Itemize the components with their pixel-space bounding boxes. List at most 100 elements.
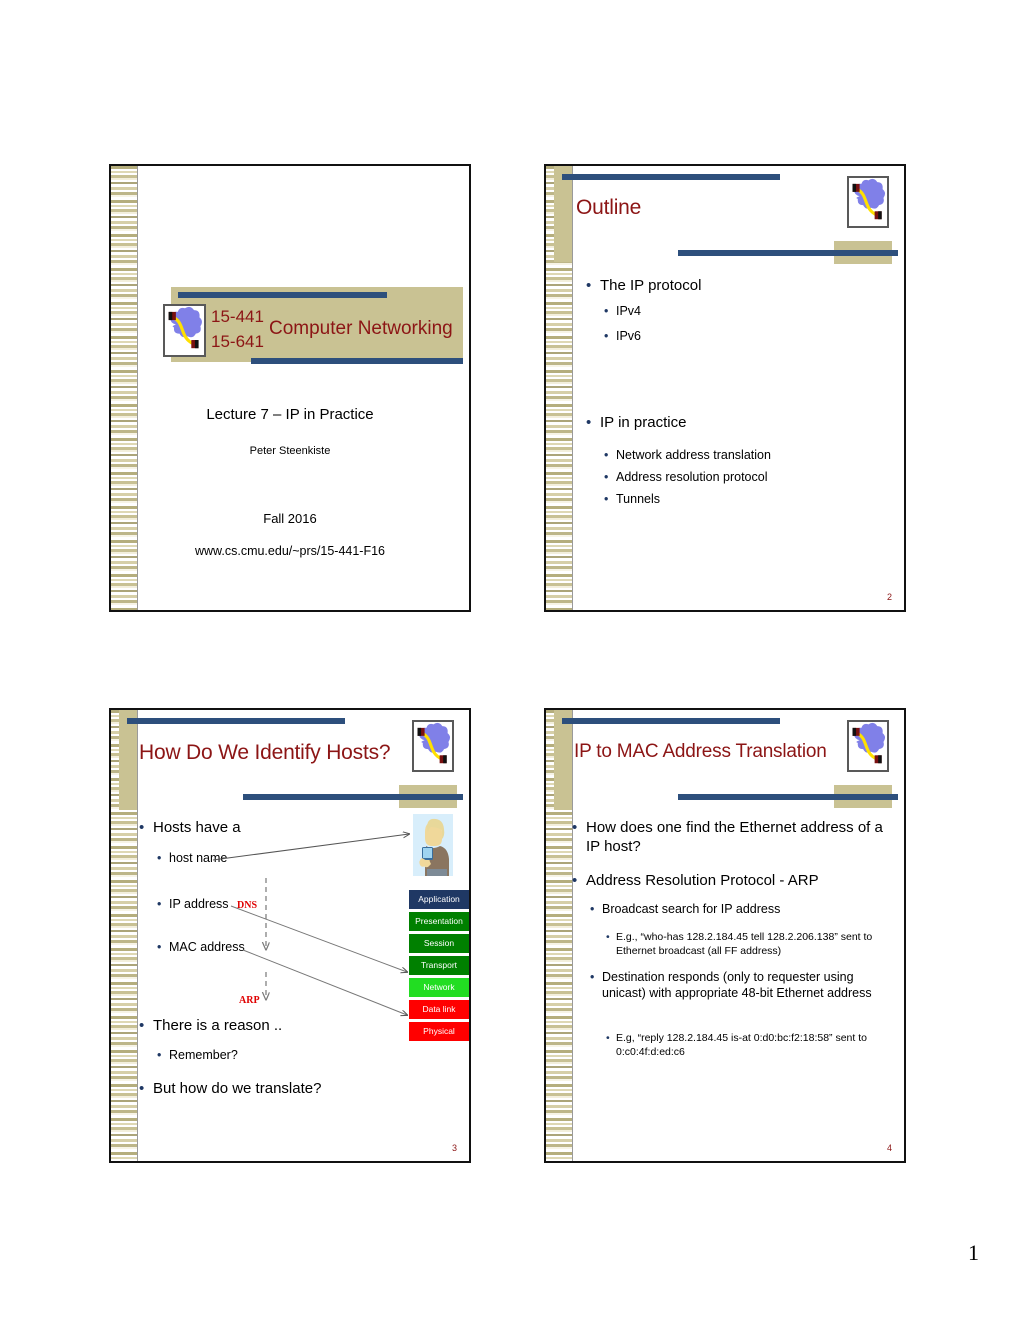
bullet-marker: • (586, 277, 592, 294)
author-name: Peter Steenkiste (249, 445, 331, 457)
course-logo (847, 176, 889, 228)
bullet-item: • IPv4 (604, 303, 641, 319)
bullet-text: IP in practice (600, 414, 687, 431)
bullet-marker: • (590, 970, 595, 984)
course-logo (163, 304, 206, 357)
bullet-item: • Address Resolution Protocol - ARP (572, 871, 894, 890)
bullet-text: E.g, “reply 128.2.184.45 is-at 0:d0:bc:f… (616, 1032, 867, 1058)
bullet-marker: • (604, 329, 609, 343)
bullet-text: The IP protocol (600, 277, 702, 294)
bullet-marker: • (157, 1048, 162, 1062)
header-top-bar (562, 718, 780, 724)
bullet-marker: • (572, 819, 578, 836)
barcode-header-block (119, 710, 137, 810)
bullet-text: There is a reason .. (153, 1017, 283, 1034)
bullet-item: • MAC address (157, 939, 245, 955)
slide-page-number: 4 (886, 1143, 892, 1153)
bullet-marker: • (604, 470, 609, 484)
bullet-marker: • (604, 492, 609, 506)
bullet-text: But how do we translate? (153, 1080, 322, 1097)
bullet-marker: • (606, 931, 610, 943)
decorative-barcode-strip (111, 710, 138, 1161)
person-with-phone-image (413, 814, 453, 876)
osi-layer-application: Application (409, 890, 469, 909)
page-title: IP to MAC Address Translation (574, 741, 827, 762)
bullet-marker: • (157, 940, 162, 954)
bullet-item: • Network address translation (604, 447, 771, 463)
osi-layer-physical: Physical (409, 1022, 469, 1041)
slide-outline: Outline • The IP protocol • IPv4 • IPv6 … (544, 164, 906, 612)
bullet-item: • E.g, “reply 128.2.184.45 is-at 0:d0:bc… (606, 1032, 894, 1059)
bullet-marker: • (157, 851, 162, 865)
osi-layer-presentation: Presentation (409, 912, 469, 931)
slide-ip-to-mac: IP to MAC Address Translation • How does… (544, 708, 906, 1163)
bullet-marker: • (139, 1017, 145, 1034)
course-name: Computer Networking (269, 318, 453, 339)
barcode-header-block (554, 710, 572, 810)
header-lower-bar (678, 794, 898, 800)
bullet-text: Broadcast search for IP address (602, 902, 781, 916)
bullet-text: MAC address (169, 940, 245, 954)
course-logo (847, 720, 889, 772)
bullet-item: • Tunnels (604, 491, 660, 507)
bullet-text: Remember? (169, 1048, 238, 1062)
bullet-item: • IPv6 (604, 328, 641, 344)
lecture-title: Lecture 7 – IP in Practice (206, 406, 374, 423)
header-lower-bar (678, 250, 898, 256)
bullet-item: • Hosts have a (139, 818, 241, 837)
osi-protocol-stack: Application Presentation Session Transpo… (409, 890, 469, 1044)
bullet-item: • host name (157, 850, 227, 866)
title-band-bottom-bar (251, 358, 463, 364)
slide-page-number: 3 (451, 1143, 457, 1153)
course-number-line2: 15-641 (211, 332, 264, 351)
bullet-text: E.g., “who-has 128.2.184.45 tell 128.2.2… (616, 931, 873, 957)
page-title: How Do We Identify Hosts? (139, 741, 391, 764)
bullet-item: • But how do we translate? (139, 1079, 321, 1098)
decorative-barcode-strip (546, 710, 573, 1161)
bullet-text: IPv6 (616, 329, 642, 343)
course-url: www.cs.cmu.edu/~prs/15-441-F16 (194, 544, 385, 558)
bullet-text: host name (169, 851, 228, 865)
document-page-number: 1 (968, 1240, 979, 1265)
arp-label: ARP (239, 995, 260, 1006)
bullet-item: • Destination responds (only to requeste… (590, 969, 892, 1001)
bullet-item: • There is a reason .. (139, 1016, 282, 1035)
bullet-item: • Broadcast search for IP address (590, 901, 890, 917)
bullet-marker: • (139, 1080, 145, 1097)
osi-layer-network: Network (409, 978, 469, 997)
osi-layer-data-link: Data link (409, 1000, 469, 1019)
decorative-barcode-strip (546, 166, 573, 610)
header-top-bar (127, 718, 345, 724)
bullet-marker: • (572, 872, 578, 889)
bullet-item: • Address resolution protocol (604, 469, 767, 485)
osi-layer-transport: Transport (409, 956, 469, 975)
bullet-text: Address resolution protocol (616, 470, 768, 484)
term: Fall 2016 (263, 511, 317, 526)
bullet-text: Hosts have a (153, 819, 241, 836)
bullet-marker: • (586, 414, 592, 431)
slide-title: 15-441 15-641 Computer Networking Lectur… (109, 164, 471, 612)
bullet-text: Tunnels (616, 492, 661, 506)
bullet-item: • How does one find the Ethernet address… (572, 818, 894, 856)
course-number-line1: 15-441 (211, 307, 264, 326)
bullet-item: • IP address (157, 896, 229, 912)
header-lower-bar (243, 794, 463, 800)
bullet-item: • The IP protocol (586, 276, 701, 295)
bullet-item: • E.g., “who-has 128.2.184.45 tell 128.2… (606, 931, 894, 958)
osi-layer-session: Session (409, 934, 469, 953)
slide-identify-hosts: How Do We Identify Hosts? • Hosts have a… (109, 708, 471, 1163)
bullet-text: IPv4 (616, 304, 642, 318)
bullet-item: • Remember? (157, 1047, 238, 1063)
barcode-header-block (554, 166, 572, 262)
bullet-marker: • (157, 897, 162, 911)
bullet-marker: • (139, 819, 145, 836)
bullet-text: How does one find the Ethernet address o… (586, 819, 883, 855)
bullet-text: IP address (169, 897, 229, 911)
slide-page-number: 2 (886, 592, 892, 602)
header-top-bar (562, 174, 780, 180)
page-title: Outline (576, 196, 642, 219)
course-logo (412, 720, 454, 772)
title-band-top-bar (178, 292, 387, 298)
bullet-marker: • (606, 1032, 610, 1044)
bullet-text: Network address translation (616, 448, 771, 462)
